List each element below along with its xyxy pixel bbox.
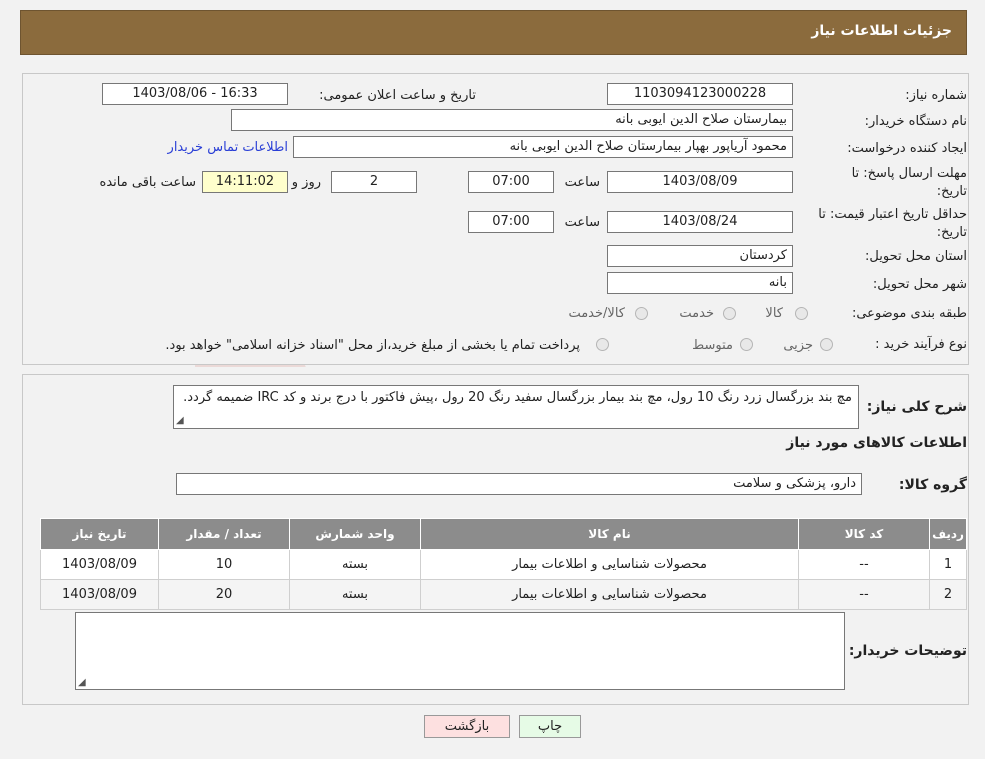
treasury-checkbox[interactable] bbox=[596, 338, 609, 351]
validity-time-label: ساعت bbox=[564, 215, 600, 230]
table-header-row: ردیف کد کالا نام کالا واحد شمارش تعداد /… bbox=[40, 518, 967, 550]
days-field: 2 bbox=[331, 171, 417, 193]
need-number-field: 1103094123000228 bbox=[607, 83, 793, 105]
cell-date: 1403/08/09 bbox=[40, 579, 159, 610]
process-option-minor: جزیی bbox=[783, 338, 813, 353]
description-label: شرح کلی نیاز: bbox=[866, 399, 967, 415]
deadline-date-field: 1403/08/09 bbox=[607, 171, 793, 193]
deadline-label: مهلت ارسال پاسخ: تا bbox=[851, 166, 967, 181]
days-label: روز و bbox=[291, 175, 321, 190]
cell-row: 1 bbox=[929, 549, 967, 580]
category-option-goods: کالا bbox=[765, 306, 783, 321]
col-unit: واحد شمارش bbox=[289, 518, 421, 550]
page-title: جزئیات اطلاعات نیاز bbox=[811, 23, 952, 39]
city-label: شهر محل تحویل: bbox=[872, 277, 967, 292]
remaining-time-field: 14:11:02 bbox=[202, 171, 288, 193]
cell-unit: بسته bbox=[289, 579, 421, 610]
cell-name: محصولات شناسایی و اطلاعات بیمار bbox=[420, 579, 799, 610]
announce-label: تاریخ و ساعت اعلان عمومی: bbox=[319, 88, 476, 103]
goods-group-label: گروه کالا: bbox=[898, 477, 967, 493]
deadline-time-field: 07:00 bbox=[468, 171, 554, 193]
cell-qty: 20 bbox=[158, 579, 290, 610]
back-button[interactable]: بازگشت bbox=[424, 715, 510, 738]
cell-date: 1403/08/09 bbox=[40, 549, 159, 580]
buyer-org-label: نام دستگاه خریدار: bbox=[864, 114, 967, 129]
requester-label: ایجاد کننده درخواست: bbox=[847, 141, 967, 156]
col-qty: تعداد / مقدار bbox=[158, 518, 290, 550]
payment-note: پرداخت تمام یا بخشی از مبلغ خرید،از محل … bbox=[165, 338, 580, 353]
validity-date-field: 1403/08/24 bbox=[607, 211, 793, 233]
table-row: 1 -- محصولات شناسایی و اطلاعات بیمار بست… bbox=[40, 549, 967, 580]
requester-field: محمود آریاپور بهپار بیمارستان صلاح الدین… bbox=[293, 136, 793, 158]
deadline-time-label: ساعت bbox=[564, 175, 600, 190]
validity-label-2: تاریخ: bbox=[936, 225, 967, 240]
cell-code: -- bbox=[798, 579, 930, 610]
buyer-notes-label: توضیحات خریدار: bbox=[848, 643, 967, 659]
resize-grip-icon[interactable]: ◢ bbox=[176, 415, 184, 426]
category-radio-service[interactable] bbox=[723, 307, 736, 320]
col-name: نام کالا bbox=[420, 518, 799, 550]
need-number-label: شماره نیاز: bbox=[905, 88, 967, 103]
province-label: استان محل تحویل: bbox=[865, 249, 967, 264]
category-option-goods-service: کالا/خدمت bbox=[568, 306, 625, 321]
remaining-label: ساعت باقی مانده bbox=[99, 175, 196, 190]
col-row: ردیف bbox=[929, 518, 967, 550]
cell-qty: 10 bbox=[158, 549, 290, 580]
process-radio-minor[interactable] bbox=[820, 338, 833, 351]
print-button[interactable]: چاپ bbox=[519, 715, 581, 738]
validity-time-field: 07:00 bbox=[468, 211, 554, 233]
goods-info-title: اطلاعات کالاهای مورد نیاز bbox=[786, 435, 967, 451]
cell-code: -- bbox=[798, 549, 930, 580]
category-radio-goods[interactable] bbox=[795, 307, 808, 320]
process-radio-medium[interactable] bbox=[740, 338, 753, 351]
table-row: 2 -- محصولات شناسایی و اطلاعات بیمار بست… bbox=[40, 579, 967, 610]
col-code: کد کالا bbox=[798, 518, 930, 550]
process-option-medium: متوسط bbox=[692, 338, 733, 353]
province-field: کردستان bbox=[607, 245, 793, 267]
cell-row: 2 bbox=[929, 579, 967, 610]
page-header: جزئیات اطلاعات نیاز bbox=[20, 10, 967, 55]
buyer-org-field: بیمارستان صلاح الدین ایوبی بانه bbox=[231, 109, 793, 131]
cell-unit: بسته bbox=[289, 549, 421, 580]
buyer-contact-link[interactable]: اطلاعات تماس خریدار bbox=[168, 140, 288, 155]
validity-label: حداقل تاریخ اعتبار قیمت: تا bbox=[818, 207, 967, 222]
notes-resize-grip-icon[interactable]: ◢ bbox=[78, 677, 86, 688]
description-box: مچ بند بزرگسال زرد رنگ 10 رول، مچ بند بی… bbox=[173, 385, 859, 429]
cell-name: محصولات شناسایی و اطلاعات بیمار bbox=[420, 549, 799, 580]
city-field: بانه bbox=[607, 272, 793, 294]
category-label: طبقه بندی موضوعی: bbox=[851, 306, 967, 321]
col-date: تاریخ نیاز bbox=[40, 518, 159, 550]
goods-group-field: دارو، پزشکی و سلامت bbox=[176, 473, 862, 495]
buyer-notes-box bbox=[75, 612, 845, 690]
category-option-service: خدمت bbox=[679, 306, 714, 321]
deadline-label-2: تاریخ: bbox=[936, 184, 967, 199]
goods-table: ردیف کد کالا نام کالا واحد شمارش تعداد /… bbox=[40, 518, 967, 610]
category-radio-goods-service[interactable] bbox=[635, 307, 648, 320]
process-label: نوع فرآیند خرید : bbox=[875, 337, 967, 352]
announce-field: 1403/08/06 - 16:33 bbox=[102, 83, 288, 105]
